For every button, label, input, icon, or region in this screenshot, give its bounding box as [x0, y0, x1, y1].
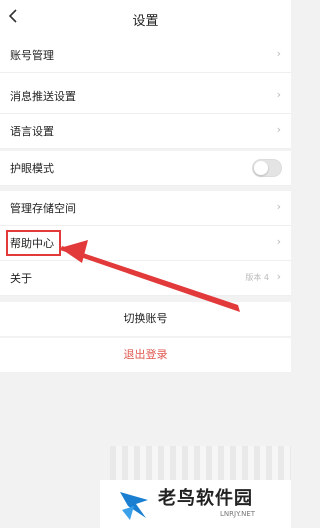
settings-item-label: 护眼模式 [10, 162, 54, 175]
version-value: 版本 4 [245, 273, 269, 282]
blurred-region [110, 446, 291, 482]
watermark-text: 老鸟软件园 [158, 488, 253, 509]
settings-item-label: 账号管理 [10, 49, 54, 62]
chevron-right-icon: › [276, 47, 281, 60]
settings-item-about[interactable]: 关于 版本 4 › [0, 261, 291, 296]
chevron-right-icon: › [276, 200, 281, 213]
toggle-knob [254, 161, 268, 175]
chevron-right-icon: › [276, 270, 281, 283]
settings-group-eye: 护眼模式 [0, 151, 291, 186]
chevron-right-icon: › [276, 88, 281, 101]
settings-item-eye-mode: 护眼模式 [0, 151, 291, 186]
settings-item-language[interactable]: 语言设置 › [0, 114, 291, 149]
switch-account-button[interactable]: 切换账号 [0, 302, 291, 336]
settings-item-label: 管理存储空间 [10, 202, 76, 215]
bird-logo-icon [120, 492, 148, 520]
highlight-box [6, 230, 61, 256]
watermark: 老鸟软件园 LNRJY.NET [100, 480, 291, 528]
page-title: 设置 [132, 14, 159, 29]
chevron-right-icon: › [276, 235, 281, 248]
nav-header: 设置 [0, 0, 291, 38]
settings-item-label: 消息推送设置 [10, 90, 76, 103]
settings-item-storage[interactable]: 管理存储空间 › [0, 191, 291, 226]
settings-item-label: 关于 [10, 272, 32, 285]
eye-mode-toggle[interactable] [252, 159, 282, 177]
settings-item-label: 语言设置 [10, 125, 54, 138]
settings-item-account[interactable]: 账号管理 › [0, 38, 291, 73]
settings-group-top: 账号管理 › 消息推送设置 › 语言设置 › [0, 38, 291, 149]
logout-button[interactable]: 退出登录 [0, 338, 291, 372]
chevron-right-icon: › [276, 123, 281, 136]
watermark-subtext: LNRJY.NET [220, 510, 256, 518]
settings-item-push[interactable]: 消息推送设置 › [0, 79, 291, 114]
